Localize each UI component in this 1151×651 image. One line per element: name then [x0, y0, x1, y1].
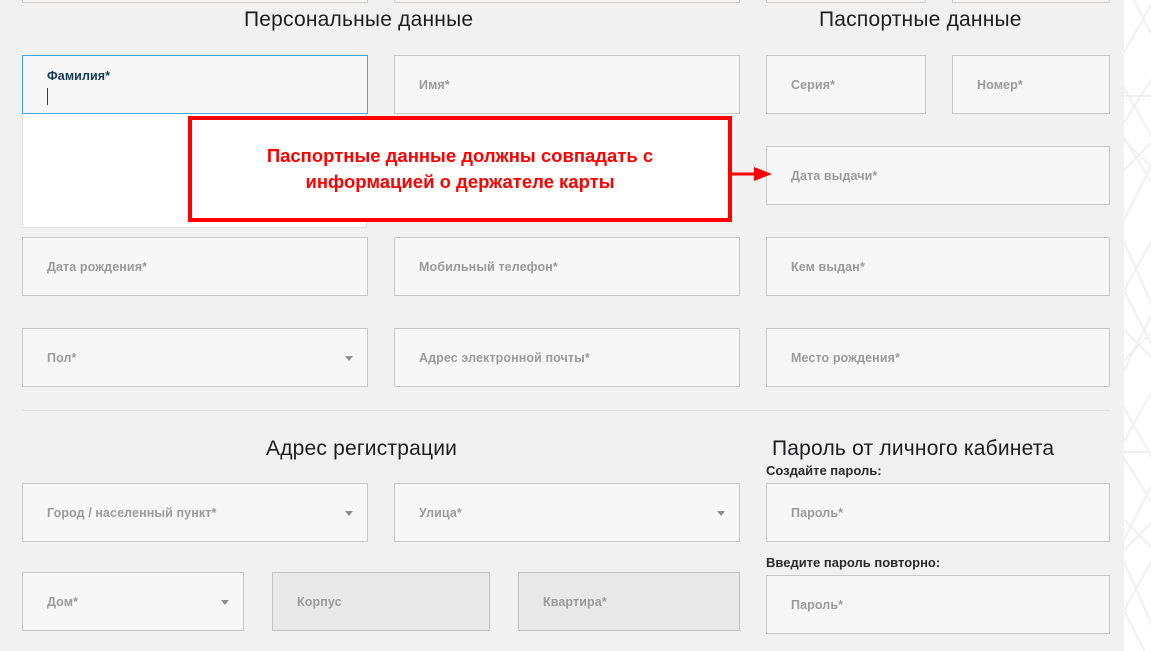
birthdate-placeholder: Дата рождения* — [47, 259, 148, 274]
password-repeat-placeholder: Пароль* — [791, 597, 844, 612]
mobile-phone-field[interactable]: Мобильный телефон* — [394, 237, 740, 296]
create-password-label: Создайте пароль: — [766, 463, 882, 478]
passport-warning-callout: Паспортные данные должны совпадать с инф… — [188, 116, 732, 222]
passport-number-placeholder: Номер* — [977, 77, 1023, 92]
passport-warning-text: Паспортные данные должны совпадать с инф… — [266, 144, 654, 192]
section-divider — [22, 410, 1110, 411]
surname-label: Фамилия* — [47, 69, 111, 83]
passport-issue-date-placeholder: Дата выдачи* — [791, 168, 878, 183]
firstname-placeholder: Имя* — [419, 77, 450, 92]
passport-series-field[interactable]: Серия* — [766, 55, 926, 114]
passport-number-field[interactable]: Номер* — [952, 55, 1110, 114]
callout-arrow-icon — [730, 167, 772, 181]
building-field[interactable]: Корпус — [272, 572, 490, 631]
cut-off-field-stub — [952, 0, 1110, 3]
gender-placeholder: Пол* — [47, 350, 77, 365]
chevron-down-icon — [345, 510, 353, 516]
password-heading: Пароль от личного кабинета — [772, 437, 1055, 460]
building-placeholder: Корпус — [297, 594, 342, 609]
cut-off-field-stub — [766, 0, 926, 3]
cut-off-field-stub — [22, 0, 368, 3]
address-heading: Адрес регистрации — [266, 437, 458, 460]
email-field[interactable]: Адрес электронной почты* — [394, 328, 740, 387]
city-select[interactable]: Город / населенный пункт* — [22, 483, 368, 542]
street-placeholder: Улица* — [419, 505, 462, 520]
text-cursor — [47, 88, 48, 105]
passport-issued-by-field[interactable]: Кем выдан* — [766, 237, 1110, 296]
gender-select[interactable]: Пол* — [22, 328, 368, 387]
firstname-field[interactable]: Имя* — [394, 55, 740, 114]
mobile-phone-placeholder: Мобильный телефон* — [419, 259, 558, 274]
email-placeholder: Адрес электронной почты* — [419, 350, 590, 365]
personal-data-heading: Персональные данные — [244, 8, 474, 31]
cut-off-field-stub — [394, 0, 740, 3]
password-field[interactable]: Пароль* — [766, 483, 1110, 542]
passport-series-placeholder: Серия* — [791, 77, 836, 92]
passport-issued-by-placeholder: Кем выдан* — [791, 259, 865, 274]
passport-issue-date-field[interactable]: Дата выдачи* — [766, 146, 1110, 205]
password-repeat-field[interactable]: Пароль* — [766, 575, 1110, 634]
street-select[interactable]: Улица* — [394, 483, 740, 542]
house-placeholder: Дом* — [47, 594, 79, 609]
birthplace-placeholder: Место рождения* — [791, 350, 900, 365]
surname-field[interactable]: Фамилия* — [22, 55, 368, 114]
apartment-field[interactable]: Квартира* — [518, 572, 740, 631]
birthplace-field[interactable]: Место рождения* — [766, 328, 1110, 387]
house-select[interactable]: Дом* — [22, 572, 244, 631]
birthdate-field[interactable]: Дата рождения* — [22, 237, 368, 296]
chevron-down-icon — [717, 510, 725, 516]
chevron-down-icon — [221, 599, 229, 605]
apartment-placeholder: Квартира* — [543, 594, 607, 609]
password-placeholder: Пароль* — [791, 505, 844, 520]
city-placeholder: Город / населенный пункт* — [47, 505, 217, 520]
cut-off-fields-row — [0, 0, 1124, 4]
decorative-pattern-strip — [1124, 0, 1151, 651]
repeat-password-label: Введите пароль повторно: — [766, 555, 941, 570]
chevron-down-icon — [345, 355, 353, 361]
passport-data-heading: Паспортные данные — [819, 8, 1022, 31]
